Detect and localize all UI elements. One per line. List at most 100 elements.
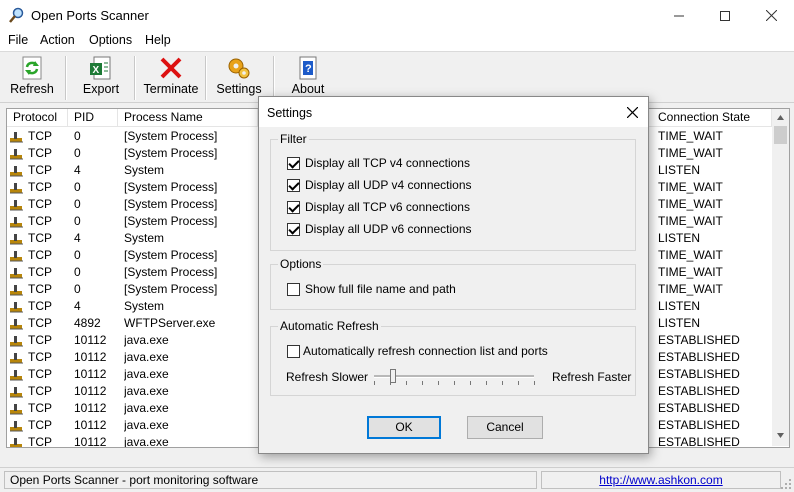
network-plug-icon [10,268,23,279]
menu-help[interactable]: Help [145,33,171,47]
scroll-up-arrow-icon[interactable] [772,109,789,126]
terminate-button[interactable]: Terminate [139,52,203,100]
help-document-icon: ? [299,56,317,80]
slider-track [374,375,534,378]
ok-button[interactable]: OK [367,416,441,439]
excel-export-icon: X [90,56,111,80]
show-full-path-label: Show full file name and path [305,282,456,296]
cell-protocol: TCP [28,299,52,313]
column-header-process-name[interactable]: Process Name [118,109,258,126]
cell-process-name: java.exe [124,333,169,347]
cell-process-name: java.exe [124,401,169,415]
cell-pid: 0 [74,197,81,211]
cell-pid: 4892 [74,316,101,330]
network-plug-icon [10,166,23,177]
cell-process-name: [System Process] [124,214,218,228]
website-link[interactable]: http://www.ashkon.com [599,473,722,487]
cell-connection-state: ESTABLISHED [658,435,740,448]
column-header-protocol[interactable]: Protocol [7,109,68,126]
cell-process-name: [System Process] [124,129,218,143]
close-window-button[interactable] [748,0,794,31]
close-icon [626,106,638,118]
network-plug-icon [10,302,23,313]
resize-grip-icon[interactable] [780,478,792,490]
filter-checkbox[interactable] [287,223,300,236]
filter-checkbox[interactable] [287,201,300,214]
options-group-title: Options [278,257,324,271]
cell-connection-state: ESTABLISHED [658,418,740,432]
svg-text:?: ? [305,63,312,75]
cell-protocol: TCP [28,146,52,160]
cell-connection-state: LISTEN [658,299,701,313]
cell-process-name: WFTPServer.exe [124,316,216,330]
slider-tick [454,381,455,385]
cell-process-name: java.exe [124,384,169,398]
settings-button[interactable]: Settings [211,52,267,100]
cell-process-name: java.exe [124,435,169,448]
options-group: Options Show full file name and path [270,257,636,310]
cell-connection-state: TIME_WAIT [658,180,723,194]
cell-process-name: System [124,299,165,313]
settings-dialog: Settings Filter Display all TCP v4 conne… [258,96,649,454]
cell-pid: 10112 [74,401,107,415]
show-full-path-checkbox[interactable] [287,283,300,296]
toolbar-separator [134,56,136,100]
filter-checkbox[interactable] [287,179,300,192]
slider-tick [422,381,423,385]
about-button[interactable]: ? About [282,52,334,100]
vertical-scrollbar[interactable] [772,109,789,446]
network-plug-icon [10,370,23,381]
column-header-connection-state[interactable]: Connection State [652,109,772,126]
column-header-pid[interactable]: PID [68,109,118,126]
settings-label: Settings [216,82,262,96]
dialog-title-bar: Settings [259,97,648,127]
network-plug-icon [10,336,23,347]
network-plug-icon [10,200,23,211]
network-plug-icon [10,217,23,228]
cell-connection-state: TIME_WAIT [658,129,723,143]
export-label: Export [82,82,120,96]
cell-process-name: [System Process] [124,265,218,279]
cell-pid: 0 [74,282,81,296]
filter-checkbox[interactable] [287,157,300,170]
title-bar: Open Ports Scanner [0,0,794,31]
cell-pid: 4 [74,231,81,245]
menu-file[interactable]: File [8,33,28,47]
minimize-button[interactable] [656,0,702,31]
dialog-close-button[interactable] [622,102,642,122]
cell-protocol: TCP [28,265,52,279]
auto-refresh-label: Automatically refresh connection list an… [303,344,548,358]
auto-refresh-checkbox[interactable] [287,345,300,358]
maximize-button[interactable] [702,0,748,31]
cancel-button[interactable]: Cancel [467,416,543,439]
menu-options[interactable]: Options [89,33,132,47]
maximize-icon [720,10,730,21]
refresh-button[interactable]: Refresh [4,52,60,100]
cell-connection-state: LISTEN [658,316,701,330]
svg-text:X: X [93,65,100,76]
cell-protocol: TCP [28,231,52,245]
cell-protocol: TCP [28,197,52,211]
refresh-icon [22,56,42,80]
toolbar-separator [65,56,67,100]
cell-process-name: [System Process] [124,197,218,211]
cell-pid: 10112 [74,384,107,398]
refresh-rate-slider[interactable] [374,367,535,387]
scroll-down-arrow-icon[interactable] [772,427,789,444]
dialog-title: Settings [267,106,313,120]
network-plug-icon [10,251,23,262]
network-plug-icon [10,438,22,447]
refresh-faster-label: Refresh Faster [552,370,632,384]
filter-group: Filter Display all TCP v4 connections Dis… [270,132,636,251]
vertical-scroll-thumb[interactable] [774,126,787,144]
menu-action[interactable]: Action [40,33,75,47]
cell-connection-state: ESTABLISHED [658,350,740,364]
cell-pid: 10112 [74,435,107,448]
cell-connection-state: LISTEN [658,231,701,245]
cell-process-name: System [124,163,165,177]
red-x-icon [160,57,182,79]
cell-pid: 10112 [74,418,107,432]
export-button[interactable]: X Export [72,52,130,100]
cell-connection-state: ESTABLISHED [658,367,740,381]
filter-checkbox-label: Display all UDP v4 connections [305,178,472,192]
